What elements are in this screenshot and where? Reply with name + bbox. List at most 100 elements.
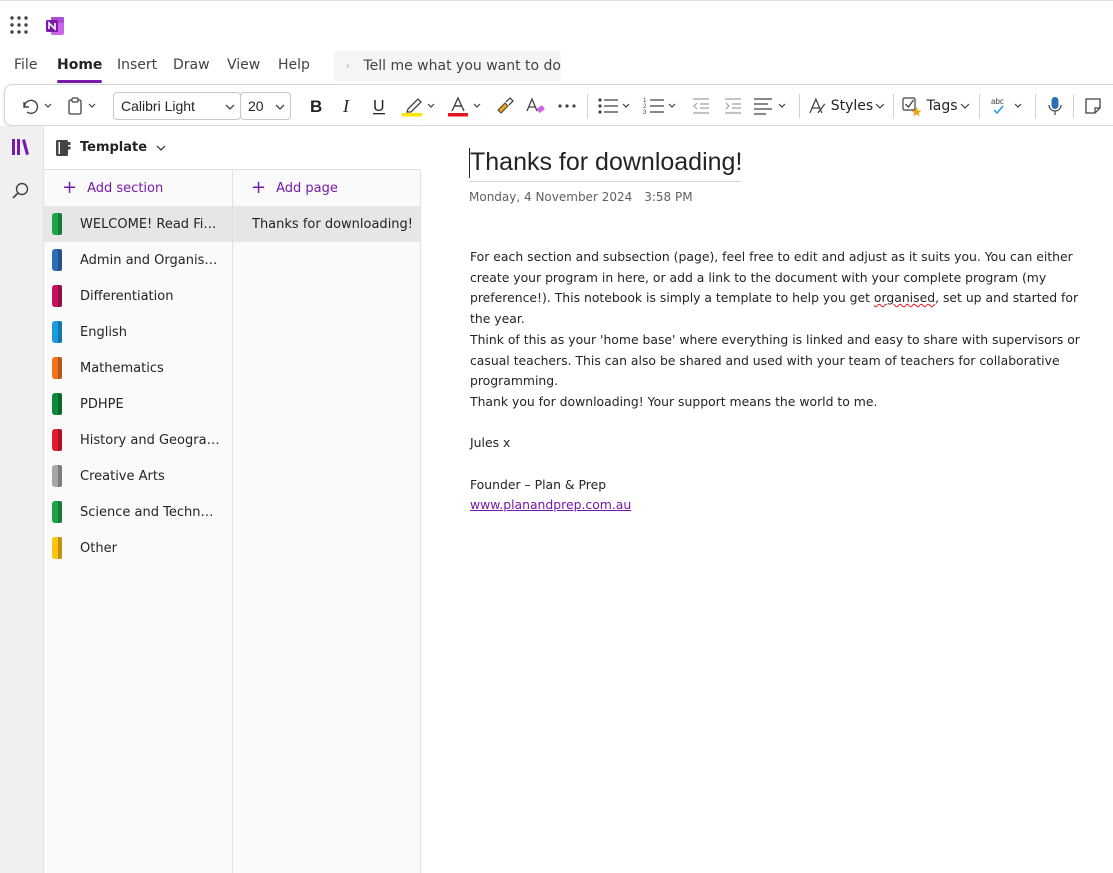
section-item[interactable]: WELCOME! Read First (44, 206, 232, 242)
underline-button[interactable]: U (365, 92, 393, 120)
section-item-label: Creative Arts (80, 468, 165, 484)
misspelled-word[interactable]: organised (874, 290, 935, 305)
tell-me-search[interactable]: Tell me what you want to do (334, 51, 561, 81)
alignment-button[interactable] (751, 92, 793, 120)
pages-pane: + Add page Thanks for downloading! (233, 170, 421, 873)
bold-button[interactable]: B (301, 92, 329, 120)
section-item-label: History and Geography (80, 432, 220, 448)
increase-indent-icon (725, 98, 741, 114)
format-painter-button[interactable] (491, 92, 519, 120)
add-section-button[interactable]: + Add section (44, 170, 232, 206)
microphone-icon (1048, 97, 1062, 115)
page-time: 3:58 PM (644, 190, 693, 204)
numbered-list-icon: 123 (643, 98, 676, 116)
section-color-tab (52, 213, 60, 235)
page-title[interactable]: Thanks for downloading! (469, 146, 742, 182)
font-name-value: Calibri Light (121, 98, 195, 114)
ribbon-divider (1073, 94, 1074, 118)
top-bar (0, 0, 1113, 48)
section-item-label: English (80, 324, 127, 340)
highlight-button[interactable] (397, 92, 439, 120)
tab-insert[interactable]: Insert (117, 57, 157, 73)
chevron-down-icon[interactable] (155, 142, 167, 154)
section-item[interactable]: Other (44, 530, 232, 566)
website-link-line: www.planandprep.com.au (470, 495, 1100, 516)
sections-pane: + Add section WELCOME! Read First Admin a… (44, 170, 233, 873)
section-item-label: Other (80, 540, 117, 556)
add-page-label: Add page (276, 180, 338, 196)
notebooks-icon[interactable] (10, 136, 32, 158)
paragraph-founder[interactable]: Founder – Plan & Prep (470, 475, 1100, 496)
spelling-button[interactable]: abc (987, 92, 1029, 120)
styles-button[interactable]: Styles (807, 92, 887, 120)
page-date: Monday, 4 November 2024 (469, 190, 633, 204)
paragraph-signature[interactable]: Jules x (470, 433, 1100, 454)
section-item-label: Admin and Organisation (80, 252, 220, 268)
section-color-tab (52, 321, 60, 343)
more-options-button[interactable] (553, 92, 581, 120)
sticky-notes-button[interactable] (1079, 92, 1107, 120)
italic-icon: I (342, 96, 350, 116)
undo-button[interactable] (17, 92, 55, 120)
onenote-logo-icon[interactable] (45, 16, 65, 36)
chevron-down-icon (875, 103, 885, 109)
ribbon-divider (893, 94, 894, 118)
font-size-select[interactable]: 20 (240, 92, 291, 120)
ribbon-divider (587, 94, 588, 118)
svg-text:I: I (342, 96, 350, 116)
section-color-tab (52, 537, 60, 559)
chevron-down-icon (225, 104, 235, 110)
app-launcher-icon[interactable] (9, 15, 29, 35)
page-canvas[interactable]: Thanks for downloading! Monday, 4 Novemb… (421, 126, 1113, 873)
tab-view[interactable]: View (227, 57, 260, 73)
tell-me-placeholder: Tell me what you want to do (363, 58, 561, 74)
section-item-label: Mathematics (80, 360, 164, 376)
add-page-button[interactable]: + Add page (233, 170, 420, 206)
section-item[interactable]: Creative Arts (44, 458, 232, 494)
section-item[interactable]: Differentiation (44, 278, 232, 314)
dictate-button[interactable] (1041, 92, 1069, 120)
search-icon[interactable] (10, 180, 32, 202)
paragraph-thanks[interactable]: Thank you for downloading! Your support … (470, 392, 1100, 413)
tab-help[interactable]: Help (278, 57, 310, 73)
svg-text:B: B (310, 97, 322, 116)
section-color-tab (52, 501, 60, 523)
section-item[interactable]: English (44, 314, 232, 350)
paste-button[interactable] (63, 92, 101, 120)
styles-label: Styles (830, 98, 874, 114)
ellipsis-icon (558, 104, 576, 108)
tag-checkbox-icon (901, 97, 921, 117)
tags-button[interactable]: Tags (899, 92, 973, 120)
decrease-indent-button[interactable] (687, 92, 715, 120)
font-color-button[interactable] (443, 92, 485, 120)
font-name-select[interactable]: Calibri Light (113, 92, 241, 120)
section-item-label: Science and Technology (80, 504, 220, 520)
paragraph-intro[interactable]: For each section and subsection (page), … (470, 247, 1100, 329)
undo-icon (23, 99, 39, 115)
section-item[interactable]: Mathematics (44, 350, 232, 386)
notebook-header[interactable]: Template (44, 126, 420, 170)
page-metadata: Monday, 4 November 2024 3:58 PM (469, 190, 693, 204)
paragraph-home-base[interactable]: Think of this as your 'home base' where … (470, 330, 1100, 392)
italic-button[interactable]: I (333, 92, 361, 120)
tab-home[interactable]: Home (57, 57, 103, 83)
section-item[interactable]: Science and Technology (44, 494, 232, 530)
ribbon-divider (1035, 94, 1036, 118)
section-color-tab (52, 429, 60, 451)
tab-draw[interactable]: Draw (173, 57, 210, 73)
format-painter-icon (497, 97, 514, 114)
bullets-button[interactable] (595, 92, 637, 120)
increase-indent-button[interactable] (719, 92, 747, 120)
notebook-title[interactable]: Template (80, 140, 147, 155)
section-item-label: WELCOME! Read First (80, 216, 220, 232)
plus-icon: + (62, 177, 78, 198)
tab-file[interactable]: File (14, 57, 37, 73)
page-item[interactable]: Thanks for downloading! (233, 206, 420, 242)
tags-label: Tags (926, 98, 958, 114)
section-item[interactable]: History and Geography (44, 422, 232, 458)
numbering-button[interactable]: 123 (641, 92, 683, 120)
clear-formatting-button[interactable] (521, 92, 549, 120)
section-item[interactable]: Admin and Organisation (44, 242, 232, 278)
section-item[interactable]: PDHPE (44, 386, 232, 422)
website-link[interactable]: www.planandprep.com.au (470, 497, 631, 512)
